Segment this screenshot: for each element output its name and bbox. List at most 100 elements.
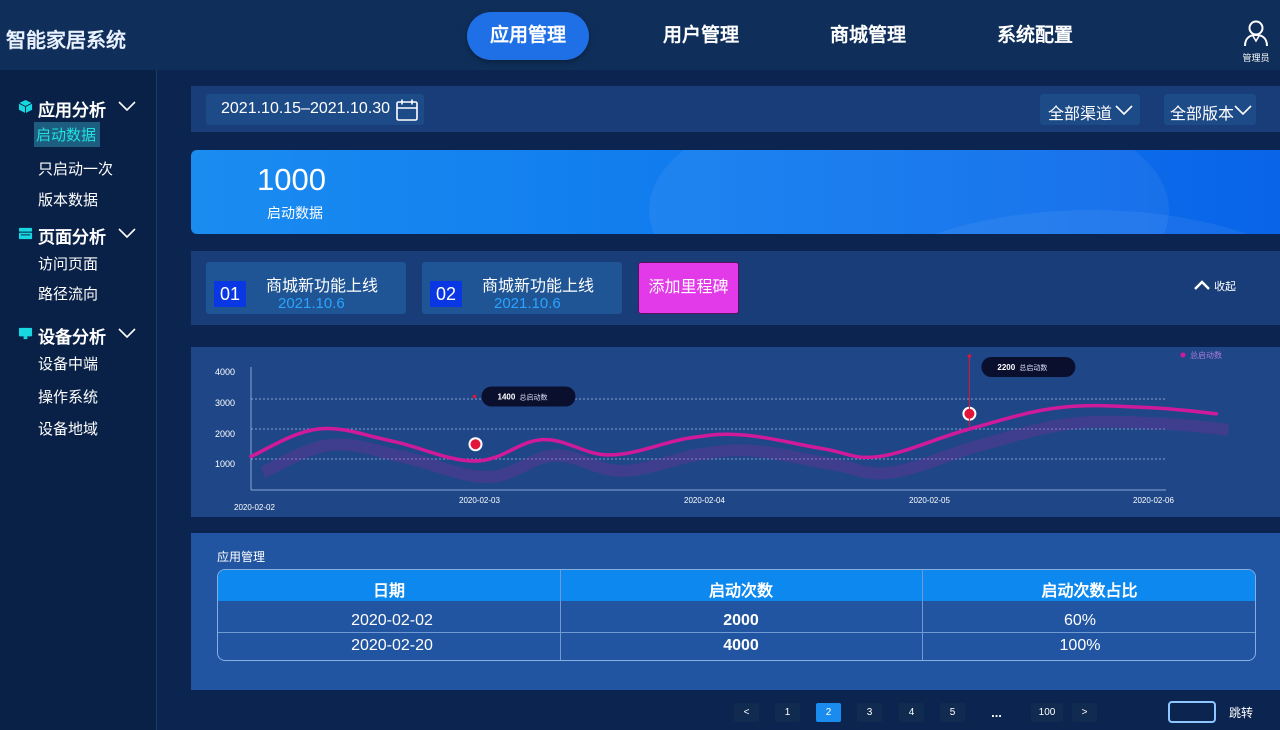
version-value: 全部版本 <box>1170 106 1235 123</box>
prev-page-button[interactable]: < <box>734 703 759 722</box>
chevron-down-icon <box>1115 105 1133 115</box>
series-line-shadow <box>260 415 1229 484</box>
legend-label: 总启动数 <box>1190 350 1222 360</box>
summary-label: 启动数据 <box>267 205 323 221</box>
milestone-index: 02 <box>430 281 462 307</box>
tab-user-management[interactable]: 用户管理 <box>645 12 757 60</box>
channel-dropdown[interactable]: 全部渠道 <box>1040 94 1140 125</box>
channel-value: 全部渠道 <box>1048 106 1113 123</box>
sidebar-group-label: 设备分析 <box>38 328 106 347</box>
sidebar-item-os[interactable]: 操作系统 <box>38 386 98 407</box>
cell-date: 2020-02-20 <box>351 637 433 654</box>
column-header-launches: 启动次数 <box>708 583 773 600</box>
add-milestone-button[interactable]: 添加里程碑 <box>638 262 739 314</box>
tooltip-value: 2200 <box>997 363 1015 372</box>
page-ellipsis: ... <box>991 705 1002 720</box>
milestone-date: 2021.10.6 <box>494 295 561 312</box>
sidebar-item-path-flow[interactable]: 路径流向 <box>38 283 98 304</box>
sidebar-item-launch-once[interactable]: 只启动一次 <box>38 158 113 179</box>
chevron-down-icon <box>1234 105 1252 115</box>
page-button[interactable]: 4 <box>899 703 924 722</box>
user-icon <box>1244 20 1268 47</box>
y-tick-label: 4000 <box>215 367 235 377</box>
sidebar-item-visit-pages[interactable]: 访问页面 <box>38 253 98 274</box>
tooltip-value: 1400 <box>498 393 516 402</box>
layers-icon <box>18 227 33 240</box>
chevron-down-icon <box>118 101 136 111</box>
sidebar: 应用分析 启动数据 只启动一次 版本数据 页面分析 访问页面 路径流向 设备分析… <box>0 70 157 730</box>
tab-mall-management[interactable]: 商城管理 <box>812 12 924 60</box>
summary-banner: 1000 启动数据 <box>191 150 1280 234</box>
milestone-title: 商城新功能上线 <box>266 278 379 295</box>
jump-button[interactable]: 跳转 <box>1229 704 1253 721</box>
tab-system-config[interactable]: 系统配置 <box>979 12 1091 60</box>
page-button[interactable]: 3 <box>857 703 882 722</box>
chevron-down-icon <box>118 328 136 338</box>
sidebar-group-page-analysis[interactable]: 页面分析 <box>0 220 150 247</box>
table-row: 2020-02-20 4000 100% <box>218 633 1255 659</box>
admin-menu[interactable]: 管理员 <box>1236 18 1276 64</box>
legend-swatch <box>1180 352 1186 358</box>
tab-app-management[interactable]: 应用管理 <box>467 12 589 60</box>
y-tick-label: 2000 <box>215 429 235 439</box>
date-range-picker[interactable]: 2021.10.15–2021.10.30 <box>206 94 424 125</box>
collapse-button[interactable]: 收起 <box>1193 278 1236 294</box>
launch-chart: 1000 2000 3000 4000 2020-02-02 2020-02-03 2020… <box>191 347 1280 517</box>
milestone-card[interactable]: 01 商城新功能上线 2021.10.6 <box>206 262 406 314</box>
page-button[interactable]: 5 <box>940 703 965 722</box>
x-tick-label: 2020-02-02 <box>234 503 275 512</box>
tooltip-label: 总启动数 <box>1019 363 1047 372</box>
cell-launches: 2000 <box>723 612 759 629</box>
sidebar-group-label: 应用分析 <box>38 101 106 120</box>
sidebar-group-app-analysis[interactable]: 应用分析 <box>0 93 150 120</box>
milestone-date: 2021.10.6 <box>278 295 345 312</box>
chart-svg: 1000 2000 3000 4000 2020-02-02 2020-02-03 2020… <box>215 350 1229 512</box>
date-range-text: 2021.10.15–2021.10.30 <box>221 100 391 117</box>
column-divider <box>922 570 923 660</box>
milestone-index: 01 <box>214 281 246 307</box>
collapse-label: 收起 <box>1214 281 1237 293</box>
cell-date: 2020-02-02 <box>351 612 433 629</box>
sidebar-item-launch-data[interactable]: 启动数据 <box>34 122 101 147</box>
next-page-button[interactable]: > <box>1072 703 1097 722</box>
milestone-card[interactable]: 02 商城新功能上线 2021.10.6 <box>422 262 622 314</box>
column-header-launch-ratio: 启动次数占比 <box>1041 583 1138 600</box>
milestone-bar: 01 商城新功能上线 2021.10.6 02 商城新功能上线 2021.10.… <box>191 251 1280 325</box>
calendar-icon <box>396 99 418 121</box>
cube-icon <box>18 99 33 114</box>
table-header: 日期 启动次数 启动次数占比 <box>218 570 1255 601</box>
tooltip-pointer-dot <box>967 354 972 358</box>
chevron-up-icon <box>1194 280 1210 290</box>
summary-value: 1000 <box>257 162 326 197</box>
table-row: 2020-02-02 2000 60% <box>218 608 1255 634</box>
y-tick-label: 1000 <box>215 459 235 469</box>
data-table: 日期 启动次数 启动次数占比 2020-02-02 2000 60% 2020-… <box>217 569 1256 661</box>
monitor-icon <box>18 327 33 340</box>
sidebar-group-device-analysis[interactable]: 设备分析 <box>0 320 150 347</box>
x-tick-label: 2020-02-03 <box>459 496 500 505</box>
cell-ratio: 60% <box>1063 612 1097 629</box>
sidebar-item-version-data[interactable]: 版本数据 <box>38 189 98 210</box>
page-button-last[interactable]: 100 <box>1031 703 1063 722</box>
section-title: 应用管理 <box>217 550 266 564</box>
data-point-marker <box>468 437 483 452</box>
version-dropdown[interactable]: 全部版本 <box>1164 94 1256 125</box>
sidebar-item-device-region[interactable]: 设备地域 <box>38 418 98 439</box>
x-tick-label: 2020-02-05 <box>909 496 950 505</box>
cell-ratio: 100% <box>1059 637 1101 654</box>
app-management-panel: 应用管理 日期 启动次数 启动次数占比 2020-02-02 2000 60% … <box>191 533 1280 690</box>
page-button[interactable]: 1 <box>775 703 800 722</box>
y-tick-label: 3000 <box>215 398 235 408</box>
milestone-title: 商城新功能上线 <box>482 278 595 295</box>
chevron-down-icon <box>118 228 136 238</box>
app-title: 智能家居系统 <box>6 30 126 52</box>
column-divider <box>560 570 561 660</box>
cell-launches: 4000 <box>723 637 759 654</box>
page-button-active[interactable]: 2 <box>816 703 841 722</box>
tooltip-pointer-dot <box>472 394 477 399</box>
filter-bar: 2021.10.15–2021.10.30 全部渠道 全部版本 <box>191 86 1280 132</box>
jump-page-input[interactable] <box>1168 701 1216 723</box>
sidebar-item-device-terminal[interactable]: 设备中端 <box>38 353 98 374</box>
column-header-date: 日期 <box>372 583 405 600</box>
chart-legend: 总启动数 <box>1180 350 1222 360</box>
